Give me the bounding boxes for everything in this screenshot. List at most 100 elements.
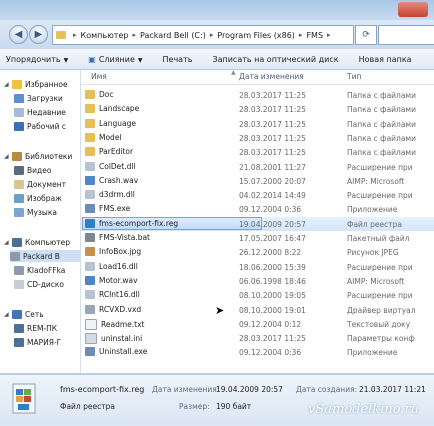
file-type: Расширение при — [347, 191, 413, 201]
nav-documents[interactable]: Документ — [14, 178, 66, 190]
file-row[interactable]: Model 28.03.2017 11:25 Папка с файлами — [81, 131, 434, 145]
close-window-button[interactable] — [398, 2, 428, 17]
download-icon — [14, 93, 24, 103]
documents-icon — [14, 179, 24, 189]
nav-favorites[interactable]: ◢ Избранное — [4, 78, 68, 90]
drive-icon — [14, 265, 24, 275]
breadcrumb-separator-icon: ▸ — [327, 31, 331, 39]
file-row[interactable]: Motor.wav 06.06.1998 18:46 AIMP: Microsoft — [81, 274, 434, 288]
nav-maria-pc[interactable]: МАРИЯ-Г — [14, 336, 61, 348]
file-name: FMS-Vista.bat — [99, 233, 150, 242]
file-row[interactable]: Landscape 28.03.2017 11:25 Папка с файлами — [81, 102, 434, 116]
column-date[interactable]: Дата изменения — [239, 72, 304, 81]
file-row[interactable]: Language 28.03.2017 11:25 Папка с файлами — [81, 117, 434, 131]
nav-packard-drive[interactable]: Packard B — [10, 250, 80, 262]
file-date: 09.12.2004 0:36 — [239, 348, 302, 358]
file-list: Имя ▲ Дата изменения Тип Doc 28.03.2017 1… — [81, 70, 434, 373]
breadcrumb-fms[interactable]: FMS — [306, 31, 323, 40]
computer-icon — [14, 337, 24, 347]
merge-button[interactable]: ▣ Слияние ▼ — [88, 55, 142, 64]
file-row[interactable]: ParEditor 28.03.2017 11:25 Папка с файлами — [81, 145, 434, 159]
computer-icon — [14, 323, 24, 333]
file-type: Расширение при — [347, 262, 413, 272]
nav-label: Packard B — [23, 251, 60, 261]
file-name: ParEditor — [99, 147, 134, 157]
refresh-icon[interactable]: ⟳ — [355, 25, 377, 45]
file-row[interactable]: RCInt16.dll 08.10.2000 19:05 Расширение пр… — [81, 288, 434, 302]
organize-button[interactable]: Упорядочить ▼ — [6, 55, 68, 64]
nav-music[interactable]: Музыка — [14, 206, 57, 218]
forward-icon[interactable]: ▶ — [29, 25, 48, 44]
nav-desktop[interactable]: Рабочий с — [14, 120, 66, 132]
nav-rem-pc[interactable]: REM-ПК — [14, 322, 57, 334]
nav-kladoffka-drive[interactable]: KladoFFka — [14, 264, 65, 276]
file-row[interactable]: Crash.wav 15.07.2000 20:07 AIMP: Microsoft — [81, 174, 434, 188]
file-row[interactable]: FMS.exe 09.12.2004 0:36 Приложение — [81, 202, 434, 216]
nav-computer[interactable]: ◢ Компьютер — [4, 236, 70, 248]
breadcrumb-program-files[interactable]: Program Files (x86) — [217, 31, 295, 40]
file-name-cell: RCVXD.vxd — [85, 304, 141, 314]
chevron-down-icon: ▼ — [137, 56, 143, 64]
chevron-down-icon: ▼ — [63, 56, 69, 64]
file-name: Language — [99, 118, 137, 128]
file-row[interactable]: uninstal.ini 28.03.2017 11:25 Параметры ко… — [81, 331, 434, 345]
file-row[interactable]: Readme.txt 09.12.2004 0:12 Текстовый доку — [81, 317, 434, 331]
nav-images[interactable]: Изображ — [14, 192, 62, 204]
nav-network[interactable]: ◢ Сеть — [4, 308, 44, 320]
new-folder-button[interactable]: Новая папка — [359, 55, 412, 64]
nav-video[interactable]: Видео — [14, 164, 51, 176]
file-type: AIMP: Microsoft — [347, 276, 405, 286]
details-created-label: Дата создания: — [296, 385, 358, 394]
file-name: RCInt16.dll — [99, 290, 140, 300]
file-type: Папка с файлами — [347, 148, 416, 158]
cd-drive-icon — [14, 279, 24, 289]
registry-file-icon — [85, 218, 95, 228]
print-button[interactable]: Печать — [163, 55, 193, 64]
nav-cd-drive[interactable]: CD-диско — [14, 278, 64, 290]
nav-label: Сеть — [25, 309, 44, 319]
file-row[interactable]: Load16.dll 18.06.2000 15:39 Расширение при — [81, 260, 434, 274]
column-name[interactable]: Имя — [91, 72, 107, 81]
file-type: Расширение при — [347, 162, 413, 172]
burn-button[interactable]: Записать на оптический диск — [212, 55, 338, 64]
file-name-cell: FMS-Vista.bat — [85, 233, 150, 242]
file-name-cell: RCInt16.dll — [85, 290, 140, 300]
file-row[interactable]: InfoBox.jpg 26.12.2000 8:22 Рисунок JPEG — [81, 245, 434, 259]
file-date: 08.10.2000 19:05 — [239, 291, 306, 301]
computer-icon — [12, 237, 22, 247]
file-row[interactable]: RCVXD.vxd 08.10.2000 19:01 Драйвер виртуал — [81, 303, 434, 317]
file-type: Папка с файлами — [347, 133, 416, 143]
nav-label: Документ — [27, 179, 66, 189]
batch-file-icon — [85, 233, 95, 242]
merge-icon: ▣ — [88, 54, 96, 64]
file-name-cell: ColDet.dll — [85, 161, 136, 171]
nav-recent[interactable]: Недавние — [14, 106, 66, 118]
nav-label: Рабочий с — [27, 121, 67, 131]
file-type: AIMP: Microsoft — [347, 176, 405, 186]
dll-file-icon — [85, 290, 95, 300]
file-row[interactable]: Doc 28.03.2017 11:25 Папка с файлами — [81, 88, 434, 102]
back-icon[interactable]: ◀ — [9, 25, 28, 44]
breadcrumb-computer[interactable]: Компьютер — [81, 31, 129, 40]
nav-downloads[interactable]: Загрузки — [14, 92, 63, 104]
address-bar[interactable]: ▸ Компьютер ▸ Packard Bell (C:) ▸ Progra… — [52, 25, 354, 45]
file-name: Load16.dll — [99, 261, 138, 271]
file-row[interactable]: d3drm.dll 04.02.2014 14:49 Расширение при — [81, 188, 434, 202]
file-type: Рисунок JPEG — [347, 248, 399, 258]
breadcrumb-drive[interactable]: Packard Bell (C:) — [140, 31, 206, 40]
nav-label: CD-диско — [27, 279, 65, 289]
search-input[interactable] — [378, 25, 434, 45]
column-type[interactable]: Тип — [347, 72, 361, 81]
file-name: uninstal.ini — [101, 334, 143, 344]
file-date: 28.03.2017 11:25 — [239, 148, 306, 158]
file-name-cell: Model — [85, 132, 122, 142]
file-row[interactable]: Uninstall.exe 09.12.2004 0:36 Приложение — [81, 345, 434, 359]
file-type: Пакетный файл — [347, 234, 410, 243]
settings-file-icon — [85, 333, 97, 345]
file-row[interactable]: FMS-Vista.bat 17.05.2007 16:47 Пакетный фа… — [81, 231, 434, 245]
file-date: 26.12.2000 8:22 — [239, 248, 302, 258]
file-row[interactable]: ColDet.dll 21.08.2001 11:27 Расширение при — [81, 160, 434, 174]
nav-libraries[interactable]: ◢ Библиотеки — [4, 150, 72, 162]
breadcrumb-separator-icon: ▸ — [298, 31, 303, 39]
file-row[interactable]: fms-ecomport-fix.reg 19.04.2009 20:57 Файл… — [81, 216, 434, 231]
